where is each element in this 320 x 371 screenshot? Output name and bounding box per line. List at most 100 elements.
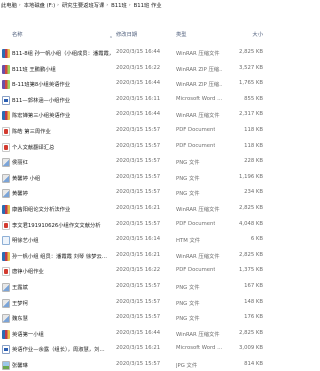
file-modified-date: 2020/3/15 15:57: [116, 173, 161, 180]
file-modified-date: 2020/3/15 15:57: [116, 360, 161, 367]
file-row[interactable]: 明徐艺小组 2020/3/15 16:14 HTM 文件 6 KB: [0, 231, 269, 247]
file-name: B11班 王鹏鹏小组: [12, 66, 56, 73]
file-row[interactable]: 个人文献翻译汇总 2020/3/15 15:57 PDF Document 118 K…: [0, 138, 269, 154]
file-modified-date: 2020/3/15 16:44: [116, 80, 161, 87]
file-size: 176 KB: [244, 314, 263, 321]
png-image-icon: [2, 314, 10, 324]
file-row[interactable]: 王露斌 2020/3/15 15:57 PNG 文件 167 KB: [0, 278, 269, 294]
breadcrumb-item[interactable]: 此电脑: [0, 1, 17, 9]
file-list: B11-8组 孙一帆小组（小组成员：潘霞霞，汪… 2020/3/15 16:44 W…: [0, 44, 269, 371]
address-bar[interactable]: 此电脑 › 本地磁盘 (F:) › 研究生要返班写课 › B11班 › B11班 作业: [0, 0, 269, 10]
file-type: Microsoft Word …: [176, 95, 222, 102]
file-row[interactable]: 魏东慧 2020/3/15 15:57 PNG 文件 176 KB: [0, 309, 269, 325]
png-image-icon: [2, 189, 10, 199]
file-name: 魏东慧: [12, 316, 28, 323]
file-type: PDF Document: [176, 220, 216, 227]
column-header-date[interactable]: 修改日期: [116, 30, 137, 38]
file-type: WinRAR ZIP 压缩…: [176, 66, 222, 73]
file-name: B-11班第8小组英语作业: [12, 82, 71, 89]
breadcrumb-item[interactable]: 研究生要返班写课: [61, 1, 104, 9]
file-size: 148 KB: [244, 298, 263, 305]
column-header-size[interactable]: 大小: [252, 30, 263, 38]
file-modified-date: 2020/3/15 16:21: [116, 345, 161, 352]
file-modified-date: 2020/3/15 16:14: [116, 236, 161, 243]
file-type: Microsoft Word …: [176, 345, 222, 352]
file-name: 陈宏婵第三小组英语作业: [12, 113, 71, 120]
file-type: PDF Document: [176, 142, 216, 149]
file-type: WinRAR 压缩文件: [176, 253, 220, 260]
png-image-icon: [2, 298, 10, 308]
file-size: 1,765 KB: [239, 80, 263, 87]
file-type: HTM 文件: [176, 238, 201, 245]
file-modified-date: 2020/3/15 15:57: [116, 220, 161, 227]
file-row[interactable]: B-11班第8小组英语作业 2020/3/15 16:44 WinRAR ZIP 压…: [0, 75, 269, 91]
file-modified-date: 2020/3/15 16:11: [116, 95, 161, 102]
pdf-document-icon: [2, 126, 10, 136]
file-size: 6 KB: [250, 236, 263, 243]
file-type: WinRAR 压缩文件: [176, 206, 220, 213]
breadcrumb-item[interactable]: 本地磁盘 (F:): [23, 1, 55, 9]
file-name: 侯丽红: [12, 160, 28, 167]
file-name: 英语作业—余露（组长），周淑慧，刘…: [12, 347, 105, 354]
rar-archive-icon: [2, 251, 10, 261]
file-size: 855 KB: [244, 95, 263, 102]
file-size: 3,527 KB: [239, 64, 263, 71]
file-row[interactable]: 黄馨婷 2020/3/15 15:57 PNG 文件 234 KB: [0, 184, 269, 200]
file-row[interactable]: 王梦柯 2020/3/15 15:57 PNG 文件 148 KB: [0, 294, 269, 310]
file-size: 2,825 KB: [239, 49, 263, 55]
word-document-icon: [2, 345, 10, 355]
file-name: 王露斌: [12, 284, 28, 291]
file-row[interactable]: 英语作业—余露（组长），周淑慧，刘… 2020/3/15 16:21 Microso…: [0, 340, 269, 356]
file-type: PNG 文件: [176, 284, 200, 291]
file-name: 英语第一小组: [12, 331, 44, 338]
file-row[interactable]: B11班 王鹏鹏小组 2020/3/15 16:22 WinRAR ZIP 压缩… 3…: [0, 60, 269, 76]
column-header-type[interactable]: 类型: [176, 30, 187, 38]
file-type: JPG 文件: [176, 362, 198, 369]
file-row[interactable]: 陈皓 第三周作业 2020/3/15 15:57 PDF Document 118 K…: [0, 122, 269, 138]
rar-archive-icon: [2, 204, 10, 214]
jpg-image-icon: [2, 360, 10, 370]
file-size: 814 KB: [244, 360, 263, 367]
file-row[interactable]: 张馨琳 2020/3/15 15:57 JPG 文件 814 KB: [0, 356, 269, 371]
file-row[interactable]: 康茜阳组论文分析法作业 2020/3/15 16:21 WinRAR 压缩文件 2,8…: [0, 200, 269, 216]
file-row[interactable]: 孙一帆小组 组员：潘霞霞 刘琴 徐梦云… 2020/3/15 16:21 WinRA…: [0, 247, 269, 263]
file-type: PNG 文件: [176, 175, 200, 182]
file-row[interactable]: 李文君191910626小组作文文献分析 2020/3/15 15:57 PDF D…: [0, 216, 269, 232]
zip-archive-icon: [2, 80, 10, 90]
rar-archive-icon: [2, 329, 10, 339]
file-size: 2,825 KB: [239, 204, 263, 211]
file-name: 黄馨婷 小组: [12, 175, 41, 182]
file-size: 1,196 KB: [239, 173, 263, 180]
file-row[interactable]: 唐铮小组作业 2020/3/15 16:22 PDF Document 1,375 K…: [0, 262, 269, 278]
pdf-document-icon: [2, 220, 10, 230]
png-image-icon: [2, 282, 10, 292]
file-size: 1,375 KB: [239, 267, 263, 274]
file-name: 陈皓 第三周作业: [12, 128, 51, 135]
file-row[interactable]: 陈宏婵第三小组英语作业 2020/3/15 16:44 WinRAR 压缩文件 2,3…: [0, 106, 269, 122]
file-type: PDF Document: [176, 267, 216, 274]
column-header-name[interactable]: 名称: [12, 30, 23, 38]
rar-archive-icon: [2, 111, 10, 121]
file-size: 118 KB: [244, 142, 263, 149]
file-size: 234 KB: [244, 189, 263, 196]
file-name: 李文君191910626小组作文文献分析: [12, 222, 101, 229]
file-row[interactable]: 侯丽红 2020/3/15 15:57 PNG 文件 228 KB: [0, 153, 269, 169]
file-row[interactable]: B11—郭林涵—小组作业 2020/3/15 16:11 Microsoft Wor…: [0, 91, 269, 107]
breadcrumb-item[interactable]: B11班: [110, 1, 127, 9]
zip-archive-icon: [2, 64, 10, 74]
file-row[interactable]: B11-8组 孙一帆小组（小组成员：潘霞霞，汪… 2020/3/15 16:44 W…: [0, 44, 269, 60]
file-name: 个人文献翻译汇总: [12, 144, 55, 151]
file-size: 4,048 KB: [239, 220, 263, 227]
file-row[interactable]: 英语第一小组 2020/3/15 16:44 WinRAR 压缩文件 2,825 KB: [0, 325, 269, 341]
file-type: WinRAR 压缩文件: [176, 113, 220, 120]
file-modified-date: 2020/3/15 16:44: [116, 49, 161, 55]
file-name: B11—郭林涵—小组作业: [12, 97, 71, 104]
pdf-document-icon: [2, 267, 10, 277]
html-file-icon: [2, 236, 10, 246]
file-type: PNG 文件: [176, 300, 200, 307]
file-row[interactable]: 黄馨婷 小组 2020/3/15 15:57 PNG 文件 1,196 KB: [0, 169, 269, 185]
file-modified-date: 2020/3/15 15:57: [116, 314, 161, 321]
file-modified-date: 2020/3/15 15:57: [116, 126, 161, 133]
file-name: 孙一帆小组 组员：潘霞霞 刘琴 徐梦云…: [12, 253, 108, 260]
breadcrumb-item[interactable]: B11班 作业: [133, 1, 162, 9]
